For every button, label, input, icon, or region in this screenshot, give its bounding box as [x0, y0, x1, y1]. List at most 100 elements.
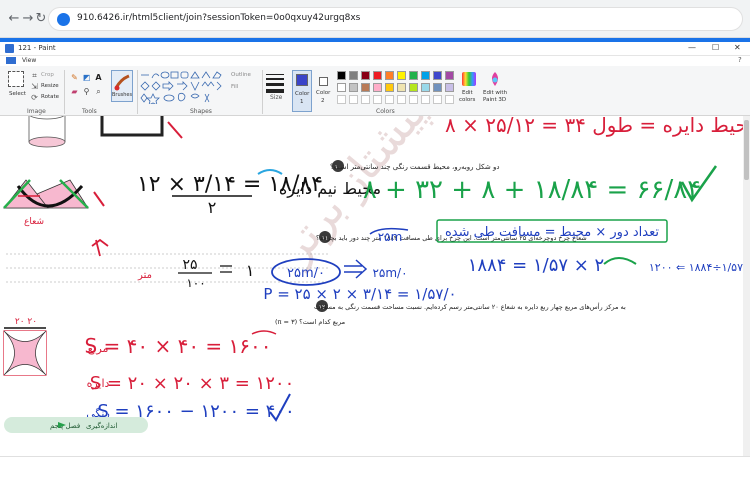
size-selector[interactable]: [266, 72, 284, 93]
custom-swatch[interactable]: [433, 95, 442, 104]
color1-swatch: [296, 74, 308, 86]
worksheet-drawing: پیشتاز برتر محیط دایره = طول ۳۴ = ۲۵/۱۲ …: [3, 116, 750, 422]
custom-swatch[interactable]: [337, 95, 346, 104]
custom-swatch[interactable]: [361, 95, 370, 104]
custom-swatch[interactable]: [349, 95, 358, 104]
menu-view[interactable]: View: [22, 57, 36, 64]
palette-swatch[interactable]: [337, 83, 346, 92]
palette-swatch[interactable]: [409, 83, 418, 92]
rotate-icon[interactable]: ⟳: [30, 93, 39, 102]
edit-colors-button[interactable]: Edit colors: [459, 70, 479, 110]
palette-swatch[interactable]: [409, 71, 418, 80]
ribbon-separator: [64, 70, 65, 114]
text-tool-icon[interactable]: A: [94, 73, 103, 82]
left-label: شعاع: [24, 217, 44, 227]
close-button[interactable]: ✕: [734, 43, 741, 52]
hand-arrow-val: ۲۵m/۰: [372, 266, 407, 280]
palette-swatch[interactable]: [397, 83, 406, 92]
brushes-button[interactable]: Brushes: [111, 70, 133, 102]
color-picker-icon[interactable]: ⚲: [82, 87, 91, 96]
custom-swatch[interactable]: [385, 95, 394, 104]
custom-swatch[interactable]: [421, 95, 430, 104]
hand-square-area: S = ۴۰ × ۴۰ = ۱۶۰۰: [84, 334, 271, 358]
color1-button[interactable]: Color 1: [292, 70, 312, 112]
color2-button[interactable]: Color 2: [314, 70, 334, 112]
address-bar[interactable]: 910.6426.ir/html5client/join?sessionToke…: [48, 7, 743, 31]
custom-swatch[interactable]: [373, 95, 382, 104]
palette-swatch[interactable]: [397, 71, 406, 80]
crop-icon[interactable]: ⌗: [30, 71, 39, 80]
palette-swatch[interactable]: [337, 71, 346, 80]
pencil-icon[interactable]: ✎: [70, 73, 79, 82]
brush-icon: [114, 74, 130, 91]
palette-swatch[interactable]: [373, 71, 382, 80]
maximize-button[interactable]: ☐: [712, 43, 719, 52]
equals-sign: [220, 265, 232, 273]
browser-toolbar: ← → ↻ 910.6426.ir/html5client/join?sessi…: [0, 0, 750, 38]
shapes-gallery[interactable]: [139, 70, 231, 104]
hand-top-red: محیط دایره = طول ۳۴ = ۲۵/۱۲ × ۸: [445, 116, 743, 137]
hand-square-label: مربع: [88, 342, 109, 355]
outline-label[interactable]: Outline: [231, 72, 251, 78]
paint-app-icon: [5, 44, 14, 53]
palette-swatch[interactable]: [385, 71, 394, 80]
color2-swatch: [319, 77, 328, 86]
paint-status-bar: [0, 456, 750, 480]
site-info-icon[interactable]: [57, 13, 70, 26]
chapter-badge-text: فصل پنجم اندازه‌گیری: [50, 421, 117, 430]
eraser-icon[interactable]: ▰: [70, 87, 79, 96]
hand-small-vals: ۲۰ ۲۰: [15, 317, 37, 327]
minimize-button[interactable]: —: [688, 43, 696, 52]
hand-tick: [167, 121, 183, 139]
palette-swatch[interactable]: [421, 71, 430, 80]
hand-green-sum: ۸ + ۳۲ + ۸ + ۱۸/۸۴ = ۶۶/۸۴: [363, 175, 701, 205]
palette-swatch[interactable]: [433, 71, 442, 80]
palette-swatch[interactable]: [349, 71, 358, 80]
magnifier-icon[interactable]: ⌕: [94, 87, 103, 96]
rotate-label: Rotate: [41, 94, 60, 100]
fill-label[interactable]: Fill: [231, 84, 238, 90]
palette-swatch[interactable]: [385, 83, 394, 92]
custom-swatch[interactable]: [397, 95, 406, 104]
svg-text:اندازه‌گیری: اندازه‌گیری: [86, 421, 117, 430]
fill-bucket-icon[interactable]: ◩: [82, 73, 91, 82]
hand-perimeter: P = ۲۵ × ۲ × ۳/۱۴ = ۱/۵۷/۰: [263, 285, 456, 303]
palette-swatch[interactable]: [433, 83, 442, 92]
resize-icon[interactable]: ⇲: [30, 82, 39, 91]
help-icon[interactable]: ?: [738, 56, 742, 64]
palette-swatch[interactable]: [361, 71, 370, 80]
palette-swatch[interactable]: [349, 83, 358, 92]
custom-swatch[interactable]: [409, 95, 418, 104]
edit-colors-line1: Edit: [462, 90, 473, 96]
scrollbar-thumb[interactable]: [744, 120, 749, 180]
hand-fraction-rhs: ۱: [246, 261, 255, 280]
hand-q10-den: ۲: [208, 198, 217, 217]
palette-swatch[interactable]: [373, 83, 382, 92]
paint3d-line2: Paint 3D: [483, 97, 507, 103]
color1-num: 1: [300, 99, 304, 105]
select-tool-icon[interactable]: [8, 71, 24, 87]
paint-ribbon: Select ⌗ Crop ⇲ Resize ⟳ Rotate Image ✎ …: [0, 66, 750, 116]
paint-canvas[interactable]: پیشتاز برتر محیط دایره = طول ۳۴ = ۲۵/۱۲ …: [0, 116, 750, 456]
dark-bracket: [100, 116, 164, 137]
resize-label: Resize: [41, 83, 59, 89]
hand-fraction-bot: ۱۰۰: [186, 276, 205, 290]
custom-swatch[interactable]: [445, 95, 454, 104]
palette-swatch[interactable]: [421, 83, 430, 92]
palette-swatch[interactable]: [445, 83, 454, 92]
size-label: Size: [270, 94, 283, 101]
palette-swatch[interactable]: [445, 71, 454, 80]
ribbon-separator: [137, 70, 138, 114]
cylinder-figure: [28, 116, 66, 148]
edit-paint3d-button[interactable]: Edit with Paint 3D: [482, 70, 508, 110]
reload-icon[interactable]: ↻: [33, 11, 49, 26]
q12-text2: مربع کدام است؟ (۳ = π): [275, 318, 345, 326]
color-palette: [337, 71, 461, 107]
image-group-label: Image: [27, 108, 46, 115]
hand-fraction-top: ۲۵: [182, 257, 197, 273]
tools-group-label: Tools: [82, 108, 97, 115]
hand-result: ۱۲۰۰ ⇐ ۱۸۸۴÷۱/۵۷: [649, 261, 743, 274]
paint-menu-bar: View ?: [0, 56, 750, 66]
file-menu-button[interactable]: [6, 57, 16, 64]
palette-swatch[interactable]: [361, 83, 370, 92]
